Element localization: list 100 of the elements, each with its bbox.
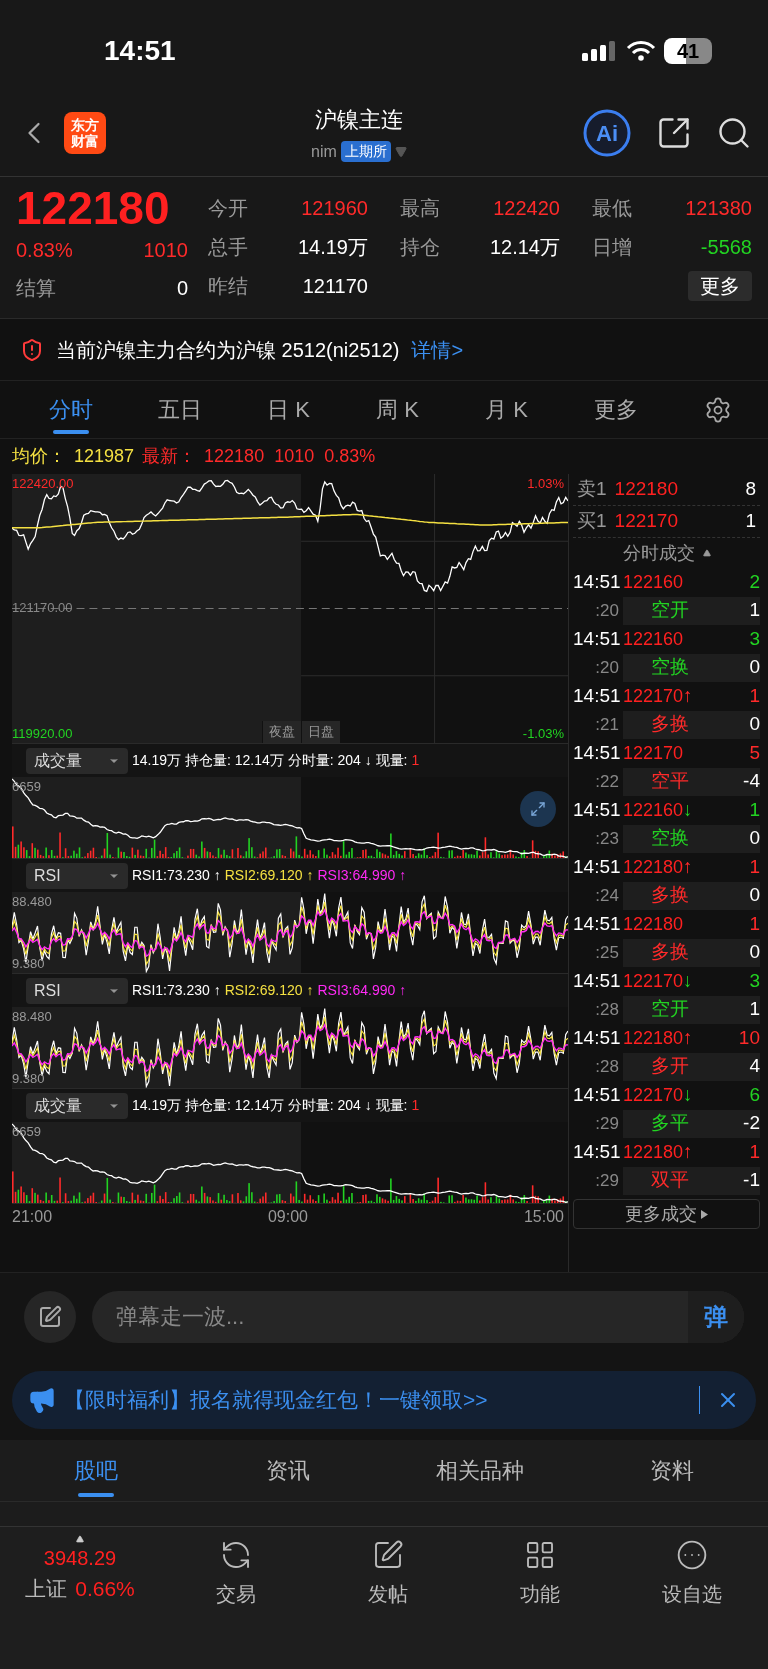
more-trades-button[interactable]: 更多成交: [573, 1199, 760, 1229]
trade-price: 122170: [623, 684, 684, 708]
toolbar-button[interactable]: 交易: [160, 1535, 312, 1609]
trade-type: 多平: [651, 1111, 689, 1136]
trade-price: 122160: [623, 627, 684, 651]
summary-value: 均价：: [12, 445, 66, 468]
chart-tab[interactable]: 分时: [16, 381, 125, 438]
field-value: -5568: [700, 235, 752, 260]
banner-text: 【限时福利】报名就得现金红包！一键领取>>: [64, 1387, 488, 1414]
trade-type: 空平: [651, 769, 689, 794]
order-book-price: 122170: [614, 509, 678, 534]
trade-volume: 1: [749, 797, 760, 822]
trade-time: 14:51: [573, 854, 622, 879]
indicator-value: 1: [411, 751, 420, 770]
indicator-selector[interactable]: 成交量: [26, 1092, 128, 1119]
indicator-value: 14.19万 持仓量: 12.14万 分时量: 204 ↓ 现量:: [132, 1096, 408, 1115]
trade-price: 122170: [623, 741, 684, 765]
promo-banner[interactable]: 【限时福利】报名就得现金红包！一键领取>>: [12, 1371, 756, 1429]
send-barrage-button[interactable]: 弹: [688, 1290, 744, 1343]
trade-type: 双平: [651, 1168, 689, 1193]
trade-direction: ↓: [683, 797, 693, 822]
trade-volume: 2: [749, 569, 760, 594]
last-price: 122180: [16, 181, 171, 235]
trade-volume: 3: [749, 968, 760, 993]
position-change: 0: [749, 655, 760, 680]
field-value: 0: [176, 276, 188, 301]
field-label: 昨结: [208, 274, 248, 299]
more-button[interactable]: 更多: [688, 271, 752, 301]
chart-tab[interactable]: 周 K: [343, 381, 452, 438]
indicator-selector[interactable]: 成交量: [26, 747, 128, 774]
price-low-label: 119920.00: [12, 724, 73, 743]
index-quote[interactable]: 3948.29 上证 0.66%: [0, 1535, 160, 1605]
indicator-value: RSI1:73.230 ↑: [132, 866, 221, 885]
order-book-volume: 1: [745, 509, 756, 534]
trade-type: 空换: [651, 655, 689, 680]
field-value: 122420: [493, 196, 560, 221]
toolbar-button[interactable]: 设自选: [616, 1535, 768, 1609]
trade-type: 多开: [651, 1054, 689, 1079]
rsi-min-label: 9.380: [12, 954, 45, 973]
trade-type: 空开: [651, 598, 689, 623]
toolbar-button[interactable]: 发帖: [312, 1535, 464, 1609]
indicator-value: 1: [411, 1096, 420, 1115]
trade-second: :22: [594, 770, 620, 793]
chart-tab[interactable]: 更多: [561, 381, 670, 438]
ai-assistant-icon[interactable]: Ai: [582, 108, 632, 158]
details-link[interactable]: 详情>: [411, 334, 464, 365]
trade-second: :28: [594, 998, 620, 1021]
trade-time: 14:51: [573, 968, 622, 993]
trade-price: 122160: [623, 570, 684, 594]
indicator-selector[interactable]: RSI: [26, 977, 128, 1004]
trade-time: 14:51: [573, 911, 622, 936]
content-tab[interactable]: 资讯: [192, 1440, 384, 1501]
change-value: 1010: [143, 238, 188, 263]
summary-value: 121987: [74, 445, 135, 468]
comment-field[interactable]: 弹幕走一波... 弹: [92, 1290, 744, 1343]
order-book-label: 买1: [577, 509, 607, 534]
trade-second: :29: [594, 1112, 620, 1135]
trade-second: :20: [594, 656, 620, 679]
notice-text: 当前沪镍主力合约为沪镍 2512(ni2512): [56, 337, 400, 363]
trade-time: 14:51: [573, 569, 622, 594]
content-tab[interactable]: 股吧: [0, 1440, 192, 1501]
chart-tab[interactable]: 日 K: [234, 381, 343, 438]
field-label: 最高: [400, 196, 440, 221]
time-axis-label: 09:00: [267, 1207, 308, 1227]
trade-second: :20: [594, 599, 620, 622]
trade-price: 122180: [623, 1140, 684, 1164]
position-change: 4: [749, 1054, 760, 1079]
trade-volume: 6: [749, 1082, 760, 1107]
chart-tab[interactable]: 月 K: [452, 381, 561, 438]
field-label: 总手: [208, 235, 248, 260]
chart-tab[interactable]: 五日: [125, 381, 234, 438]
rsi-min-label: 9.380: [12, 1069, 45, 1088]
trade-time: 14:51: [573, 1139, 622, 1164]
position-change: 0: [749, 940, 760, 965]
session-toggle[interactable]: 日盘: [301, 721, 340, 743]
indicator-value: RSI2:69.120 ↑: [224, 981, 314, 1000]
trade-volume: 1: [749, 854, 760, 879]
session-toggle[interactable]: 夜盘: [262, 721, 301, 743]
position-change: 1: [749, 997, 760, 1022]
position-change: 0: [749, 826, 760, 851]
indicator-selector[interactable]: RSI: [26, 862, 128, 889]
contract-code: nim: [311, 141, 337, 162]
field-label: 持仓: [400, 235, 440, 260]
summary-value: 122180 1010 0.83%: [204, 445, 376, 468]
trade-price: 122170: [623, 1083, 684, 1107]
position-change: 1: [749, 598, 760, 623]
trade-direction: ↓: [683, 1082, 693, 1107]
content-tab[interactable]: 相关品种: [384, 1440, 576, 1501]
indicator-value: RSI2:69.120 ↑: [224, 866, 314, 885]
app-logo: 东方财富: [64, 112, 106, 154]
exchange-tag: 上期所: [340, 141, 391, 162]
trade-time: 14:51: [573, 1025, 622, 1050]
field-label: 最低: [592, 196, 632, 221]
field-value: 14.19万: [297, 235, 368, 260]
order-book-label: 卖1: [577, 477, 607, 502]
indicator-value: RSI3:64.990 ↑: [317, 981, 407, 1000]
field-value: 121380: [685, 196, 752, 221]
toolbar-button[interactable]: 功能: [464, 1535, 616, 1609]
content-tab[interactable]: 资料: [576, 1440, 768, 1501]
field-value: 121960: [301, 196, 368, 221]
